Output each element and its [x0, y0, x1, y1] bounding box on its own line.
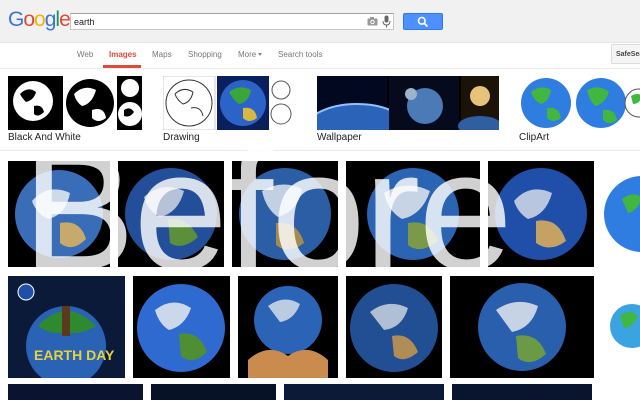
safesearch-button[interactable]: SafeSearch: [611, 44, 640, 64]
related-label[interactable]: ClipArt: [519, 132, 549, 143]
related-clipart[interactable]: [519, 76, 640, 130]
drawing-earth-thumbnails: [162, 75, 297, 131]
result-image[interactable]: [238, 276, 338, 378]
earth-image: [346, 161, 480, 267]
search-input[interactable]: [74, 14, 354, 29]
earth-image: [346, 276, 442, 378]
earth-image: [452, 384, 592, 400]
earth-day-poster-image: EARTH DAY: [8, 276, 125, 378]
google-logo[interactable]: Google: [8, 8, 71, 32]
earth-image: [8, 384, 143, 400]
earth-image: [133, 276, 230, 378]
divider: [0, 150, 640, 151]
tab-maps[interactable]: Maps: [152, 50, 172, 59]
tab-shopping[interactable]: Shopping: [188, 50, 222, 59]
result-image[interactable]: [346, 161, 480, 267]
earth-image: [284, 384, 444, 400]
tab-more[interactable]: More: [238, 50, 263, 59]
logo-letter: G: [8, 8, 24, 31]
logo-letter: o: [23, 8, 35, 31]
result-image[interactable]: [450, 276, 594, 378]
logo-letter: e: [59, 8, 71, 31]
related-label[interactable]: Black And White: [8, 132, 81, 143]
earth-image: [151, 384, 276, 400]
result-image[interactable]: [8, 384, 143, 400]
logo-letter: o: [34, 8, 46, 31]
active-tab-indicator: [103, 65, 141, 68]
earth-cartoon-image: [602, 276, 640, 378]
result-image[interactable]: [452, 384, 592, 400]
related-black-and-white[interactable]: [8, 76, 142, 130]
earth-image: [450, 276, 594, 378]
result-image[interactable]: [8, 161, 110, 267]
result-image[interactable]: [602, 276, 640, 378]
earth-image: [232, 161, 338, 267]
tab-search-tools[interactable]: Search tools: [278, 50, 322, 59]
microphone-icon[interactable]: [382, 15, 391, 28]
earth-image: [488, 161, 594, 267]
result-image[interactable]: [133, 276, 230, 378]
tab-web[interactable]: Web: [77, 50, 93, 59]
tab-images[interactable]: Images: [109, 50, 137, 59]
earth-image: [8, 161, 110, 267]
svg-text:EARTH DAY: EARTH DAY: [34, 347, 115, 363]
search-icon: [417, 16, 429, 28]
related-label[interactable]: Wallpaper: [317, 132, 362, 143]
result-image[interactable]: [488, 161, 594, 267]
result-image[interactable]: [118, 161, 224, 267]
earth-in-hands-image: [238, 276, 338, 378]
result-image[interactable]: [284, 384, 444, 400]
top-bar: Google: [0, 0, 640, 43]
logo-letter: g: [44, 8, 57, 31]
result-image[interactable]: [602, 161, 640, 267]
related-label[interactable]: Drawing: [163, 132, 200, 143]
search-button[interactable]: [403, 13, 443, 30]
result-image[interactable]: [346, 276, 442, 378]
black-white-earth-thumbnails: [8, 76, 142, 130]
related-wallpaper[interactable]: [301, 76, 502, 165]
camera-icon[interactable]: [367, 16, 378, 27]
clipart-earth-thumbnails: [519, 76, 640, 130]
result-image[interactable]: EARTH DAY: [8, 276, 125, 378]
wallpaper-earth-thumbnails: [301, 76, 502, 165]
earth-image: [602, 161, 640, 267]
tab-more-label: More: [238, 50, 257, 59]
related-drawing[interactable]: [162, 75, 297, 131]
chevron-down-icon: [258, 53, 263, 57]
earth-image: [118, 161, 224, 267]
result-image[interactable]: [151, 384, 276, 400]
search-box[interactable]: [70, 13, 394, 30]
result-image[interactable]: [232, 161, 338, 267]
